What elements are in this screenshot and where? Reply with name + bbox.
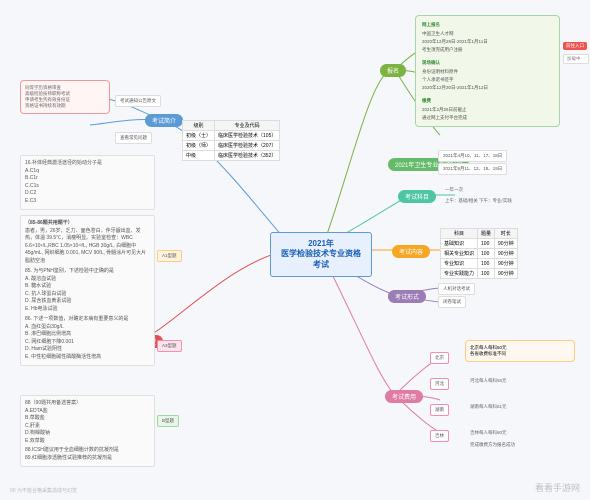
fee-d2: 湖南每人每科61元 — [465, 402, 512, 412]
case-l12: E. 中性粒细胞碱性磷酸酶活性增高 — [25, 354, 150, 362]
q88-o3: D.枸橼酸钠 — [25, 430, 150, 438]
bm-confirm-1: 个人承诺书签字 — [420, 76, 555, 84]
branch-content[interactable]: 考试内容 — [392, 245, 430, 258]
bm-confirm-title: 现场确认 — [420, 59, 442, 67]
bm-pay-0: 2021年2月26日前截止 — [420, 106, 555, 114]
case-l9: B. 淋巴细胞比例增高 — [25, 331, 150, 339]
time-0: 2021年4月10、11、17、18日 — [438, 150, 507, 162]
q88-box: 88（90题共用备选答案） A.EDTA盐 B.草酸盐 C.肝素 D.枸橼酸钠 … — [20, 395, 155, 467]
intro-sub-a: 考试通知公告原文 — [115, 95, 161, 107]
fee-note: 各省收费标准不同 — [470, 351, 570, 357]
q88-o0: A.EDTA盐 — [25, 408, 150, 416]
st-h1: 题量 — [478, 229, 495, 239]
q88-o4: E.双草酸 — [25, 438, 150, 446]
fee-d4: 完成缴费方为报名成功 — [465, 440, 520, 450]
subject-table: 科目题量时长 基础知识10090分钟 相关专业知识10090分钟 专业知识100… — [440, 228, 518, 279]
form-0: 人机对话考试 — [438, 283, 475, 295]
case-l5: E. Hb电泳试验 — [25, 306, 150, 314]
q16-box: 16.补体经典激活途径的始动分子是 A.C1q B.C1r C.C1s D.C2… — [20, 155, 155, 210]
bm-pay-title: 缴费 — [420, 97, 433, 105]
bm-online-2: 考生须完成用户注册 — [420, 46, 555, 54]
center-line2: 医学检验技术专业资格 — [281, 249, 361, 259]
a3-tag: A3型题 — [157, 340, 182, 352]
intro-item-3: 资格证书持续有效期 — [25, 103, 105, 109]
time-1: 2021年9月11、12、18、19日 — [438, 163, 507, 175]
case-l8: A. 血红蛋白30g/L — [25, 324, 150, 332]
content-table: 级别专业及代码 初级（士）临床医学检验技术（105） 初级（师）临床医学检验技术… — [182, 120, 280, 161]
q88-o2: C.肝素 — [25, 423, 150, 431]
bm-online-0: 中国卫生人才网 — [420, 30, 555, 38]
case-body: 患者，男，26岁，乏力、面色苍白，伴牙龈出血、发热，体温 39.5℃，消瘦明显。… — [25, 228, 150, 266]
subject-note: 一年一次 — [440, 185, 468, 195]
subject-list: 上午：基础/相关 下午：专业/实践 — [440, 196, 517, 206]
intro-sub-b: 查看常见问题 — [115, 132, 152, 144]
fee-g2[interactable]: 湖南 — [430, 404, 449, 416]
bm-confirm-0: 身份证明材料原件 — [420, 68, 555, 76]
case-title: （85-86题共用题干） — [25, 220, 150, 228]
form-1: 闭卷笔试 — [438, 296, 466, 308]
st-h2: 时长 — [495, 229, 518, 239]
branch-fee[interactable]: 考试费用 — [385, 390, 423, 403]
q16-opt-3: D.C2 — [25, 190, 150, 198]
a1-tag: A1型题 — [157, 250, 182, 262]
case-l4: D. 尿含铁血黄素试验 — [25, 298, 150, 306]
case-l3: C. 抗人球蛋白试验 — [25, 291, 150, 299]
fee-d1: 河北每人每科55元 — [465, 376, 512, 386]
branch-subject[interactable]: 考试科目 — [398, 190, 436, 203]
bm-online-title: 网上报名 — [420, 21, 442, 29]
q88-s1: 89.红细胞渗透脆性试验推荐的抗凝剂是 — [25, 455, 150, 463]
fee-details-top: 北京每人每科50元 各省收费标准不同 — [465, 340, 575, 362]
center-line3: 考试 — [281, 260, 361, 270]
case-l1: A. 酸溶血试验 — [25, 276, 150, 284]
st-h0: 科目 — [441, 229, 478, 239]
branch-form[interactable]: 考试形式 — [388, 290, 426, 303]
watermark: 看看手游网 — [535, 481, 580, 494]
case-l11: D. Ham试验阴性 — [25, 346, 150, 354]
bm-pay-1: 通过网上支付平台完成 — [420, 114, 555, 122]
q16-stem: 16.补体经典激活途径的始动分子是 — [25, 160, 150, 168]
center-line1: 2021年 — [281, 239, 361, 249]
intro-group: 同等学历资格审查 高级检验技师职称考试 申请考生凭有效身份证 资格证书持续有效期 — [20, 80, 110, 114]
bm-confirm-2: 2020年12月30日-2021年1月12日 — [420, 84, 555, 92]
q88-stem: 88（90题共用备选答案） — [25, 400, 150, 408]
watermark2: 90 为不能合格采集造成与幻觉 — [10, 487, 77, 494]
case-l2: B. 糖水试验 — [25, 283, 150, 291]
q88-s0: 88.ICSH建议用于全血细胞计数的抗凝剂是 — [25, 447, 150, 455]
mindmap-canvas[interactable]: 2021年 医学检验技术专业资格 考试 考试简介 同等学历资格审查 高级检验技师… — [0, 0, 590, 500]
branch-intro[interactable]: 考试简介 — [145, 114, 183, 127]
center-node[interactable]: 2021年 医学检验技术专业资格 考试 — [270, 232, 372, 277]
q16-opt-4: E.C3 — [25, 198, 150, 206]
q16-opt-0: A.C1q — [25, 168, 150, 176]
bm-online-1: 2020年12月29日-2021年1月11日 — [420, 38, 555, 46]
baoming-boxes: 网上报名 中国卫生人才网 2020年12月29日-2021年1月11日 考生须完… — [415, 15, 560, 127]
tag-loading: 加载中··· — [563, 54, 589, 64]
fee-g1[interactable]: 河北 — [430, 378, 449, 390]
case-l10: C. 网红细胞下降0.001 — [25, 339, 150, 347]
q16-opt-1: B.C1r — [25, 175, 150, 183]
fee-g0[interactable]: 北京 — [430, 352, 449, 364]
q16-opt-2: C.C1s — [25, 183, 150, 191]
fee-d3: 吉林每人每科60元 — [465, 428, 512, 438]
case-l0: 85. 为与PNH鉴别，下述检验中正确的是 — [25, 268, 150, 276]
q88-o1: B.草酸盐 — [25, 415, 150, 423]
fee-g3[interactable]: 吉林 — [430, 430, 449, 442]
b-tag: B型题 — [157, 415, 179, 427]
tag-entry[interactable]: 前往入口 — [563, 42, 587, 50]
case-box: （85-86题共用题干） 患者，男，26岁，乏力、面色苍白，伴牙龈出血、发热，体… — [20, 215, 155, 366]
case-l7: 86. 下述一项数值，对确定本病有重要意义的是 — [25, 316, 150, 324]
branch-baoming[interactable]: 报名 — [380, 64, 406, 77]
